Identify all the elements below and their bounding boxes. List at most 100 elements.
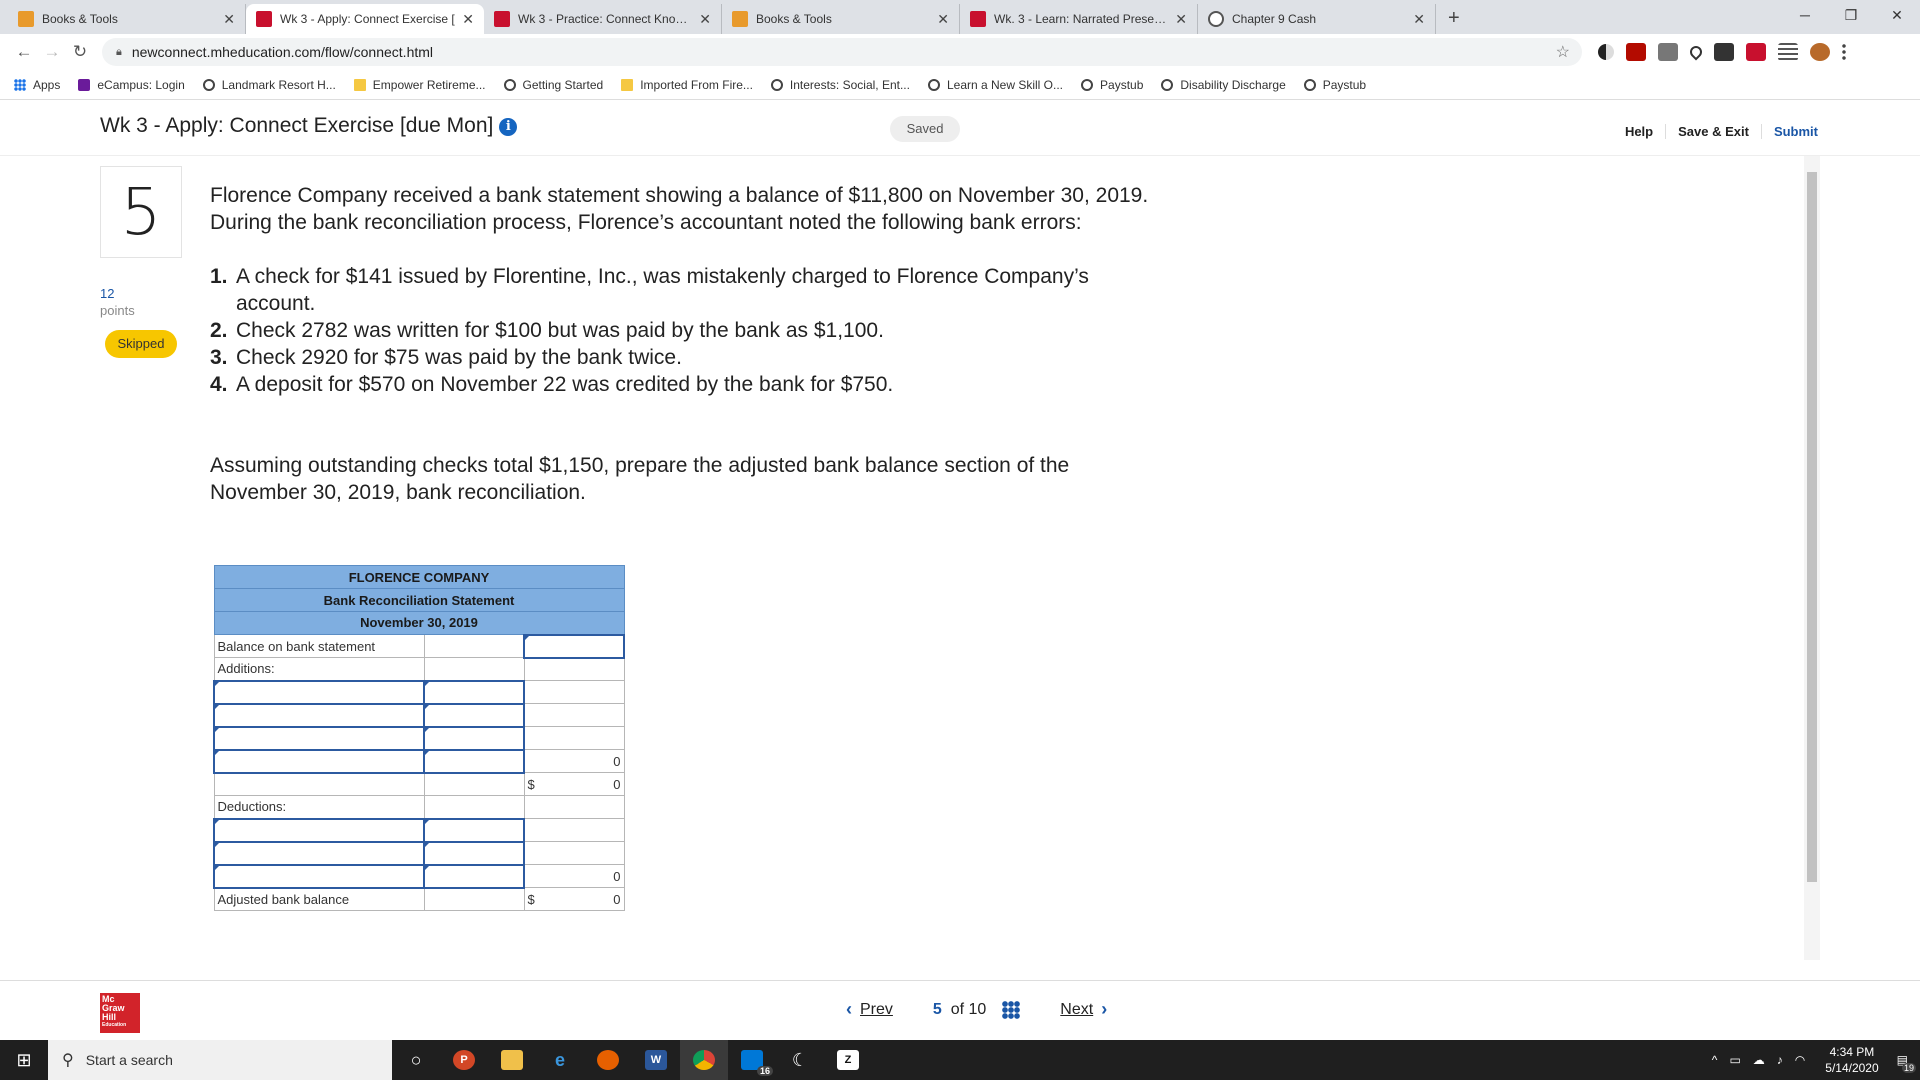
close-icon[interactable]: ✕	[1413, 11, 1425, 28]
mcafee-extension-icon[interactable]	[1746, 43, 1766, 61]
coupon-extension-icon[interactable]	[1714, 43, 1734, 61]
save-exit-button[interactable]: Save & Exit	[1665, 124, 1761, 139]
addition-amount-input[interactable]	[423, 725, 525, 751]
bookmark-label: Paystub	[1100, 77, 1144, 92]
app-swirl-icon[interactable]: ☾	[776, 1040, 824, 1080]
zoom-app-icon[interactable]: Z	[824, 1040, 872, 1080]
file-explorer-icon[interactable]	[488, 1040, 536, 1080]
balance-input[interactable]	[523, 633, 625, 659]
close-icon[interactable]: ✕	[223, 11, 235, 28]
close-window-icon[interactable]: ✕	[1874, 0, 1920, 30]
page-indicator[interactable]: 5 of 10	[933, 1001, 986, 1019]
tab-apply-connect-exercise[interactable]: Wk 3 - Apply: Connect Exercise [ ✕	[246, 4, 484, 34]
cortana-icon[interactable]: ○	[392, 1040, 440, 1080]
taskbar-clock[interactable]: 4:34 PM 5/14/2020	[1825, 1044, 1878, 1076]
bookmark-learn-skill[interactable]: Learn a New Skill O...	[927, 78, 1063, 92]
minimize-icon[interactable]: ─	[1782, 0, 1828, 30]
scrollbar[interactable]	[1804, 156, 1820, 960]
addition-description-input[interactable]	[213, 702, 425, 728]
bookmark-getting-started[interactable]: Getting Started	[503, 78, 603, 92]
tab-chapter-9-cash[interactable]: Chapter 9 Cash ✕	[1198, 4, 1436, 34]
deduction-amount-input[interactable]	[423, 840, 525, 866]
reading-list-icon[interactable]	[1778, 43, 1798, 61]
bookmark-disability[interactable]: Disability Discharge	[1161, 78, 1286, 92]
bookmark-interests[interactable]: Interests: Social, Ent...	[770, 77, 910, 92]
dark-mode-extension-icon[interactable]	[1598, 44, 1614, 60]
addition-description-input[interactable]	[213, 725, 425, 751]
bookmark-star-icon[interactable]: ☆	[1556, 42, 1570, 62]
bookmark-empower[interactable]: Empower Retireme...	[353, 78, 486, 92]
taskbar-search[interactable]: ⚲ Start a search	[48, 1040, 392, 1080]
zotero-extension-icon[interactable]	[1658, 43, 1678, 61]
tray-chevron-icon[interactable]: ^	[1712, 1053, 1718, 1067]
table-row: Balance on bank statement	[213, 633, 625, 659]
forward-arrow-icon[interactable]: →	[38, 38, 66, 66]
tab-practice-connect[interactable]: Wk 3 - Practice: Connect Knowle ✕	[484, 4, 722, 34]
bookmark-ecampus[interactable]: eCampus: Login	[78, 78, 185, 92]
chevron-right-icon[interactable]: ›	[1101, 999, 1107, 1020]
deduction-amount-input[interactable]	[423, 817, 525, 843]
close-icon[interactable]: ✕	[1175, 11, 1187, 28]
deduction-description-input[interactable]	[213, 817, 425, 843]
edge-icon[interactable]: e	[536, 1040, 584, 1080]
scrollbar-thumb[interactable]	[1807, 172, 1817, 882]
powerpoint-icon[interactable]: P	[440, 1040, 488, 1080]
help-button[interactable]: Help	[1613, 124, 1665, 139]
info-icon[interactable]: i	[499, 118, 518, 136]
bookmark-label: Interests: Social, Ent...	[789, 77, 910, 92]
restore-icon[interactable]: ❐	[1828, 0, 1874, 30]
windows-start-icon[interactable]: ⊞	[0, 1040, 48, 1080]
next-button[interactable]: Next	[1060, 1001, 1093, 1019]
points-label: points	[100, 303, 135, 318]
addition-amount-input[interactable]	[423, 748, 525, 774]
submit-button[interactable]: Submit	[1760, 124, 1830, 139]
apps-grid-icon	[14, 78, 26, 91]
addition-amount-input[interactable]	[423, 679, 525, 705]
assignment-title: Wk 3 - Apply: Connect Exercise [due Mon]	[100, 114, 494, 137]
new-tab-icon[interactable]: +	[1448, 7, 1460, 30]
menu-kebab-icon[interactable]	[1842, 43, 1846, 61]
profile-avatar[interactable]	[1810, 43, 1830, 61]
addition-amount-input[interactable]	[423, 702, 525, 728]
question-intro: Florence Company received a bank stateme…	[210, 184, 1149, 234]
adjusted-label: Adjusted bank balance	[213, 887, 425, 911]
bookmark-paystub-1[interactable]: Paystub	[1081, 78, 1143, 92]
deduction-description-input[interactable]	[213, 863, 425, 889]
close-icon[interactable]: ✕	[937, 11, 949, 28]
tab-learn-narrated[interactable]: Wk. 3 - Learn: Narrated Presenta ✕	[960, 4, 1198, 34]
list-text: A deposit for $570 on November 22 was cr…	[236, 373, 894, 396]
addition-description-input[interactable]	[213, 679, 425, 705]
bookmark-apps[interactable]: Apps	[14, 78, 60, 92]
notifications-icon[interactable]: ▤ 19	[1897, 1053, 1916, 1073]
question-grid-icon[interactable]	[1002, 1000, 1021, 1019]
wifi-icon[interactable]: ◠	[1795, 1053, 1805, 1067]
question-text: Florence Company received a bank stateme…	[210, 182, 1170, 533]
acrobat-extension-icon[interactable]	[1626, 43, 1646, 61]
reload-icon[interactable]: ↻	[66, 38, 94, 66]
list-number: 2.	[210, 319, 228, 342]
location-pin-icon[interactable]	[1687, 43, 1705, 61]
globe-icon	[202, 78, 215, 91]
prev-button[interactable]: Prev	[860, 1001, 893, 1019]
tab-books-tools-2[interactable]: Books & Tools ✕	[722, 4, 960, 34]
deduction-amount-input[interactable]	[423, 863, 525, 889]
bookmark-imported[interactable]: Imported From Fire...	[621, 78, 753, 92]
addition-description-input[interactable]	[213, 748, 425, 774]
word-icon[interactable]: W	[632, 1040, 680, 1080]
onedrive-icon[interactable]: ☁	[1753, 1053, 1765, 1067]
firefox-icon[interactable]	[584, 1040, 632, 1080]
volume-icon[interactable]: ♪	[1777, 1053, 1783, 1067]
back-arrow-icon[interactable]: ←	[10, 38, 38, 66]
battery-icon[interactable]: ▭	[1729, 1053, 1740, 1067]
close-icon[interactable]: ✕	[462, 11, 474, 28]
chrome-icon[interactable]	[680, 1040, 728, 1080]
saved-status-badge: Saved	[890, 116, 960, 142]
chevron-left-icon[interactable]: ‹	[846, 999, 852, 1020]
close-icon[interactable]: ✕	[699, 11, 711, 28]
bookmark-paystub-2[interactable]: Paystub	[1303, 78, 1366, 92]
tab-books-tools-1[interactable]: Books & Tools ✕	[8, 4, 246, 34]
bookmark-landmark[interactable]: Landmark Resort H...	[202, 78, 336, 92]
deduction-description-input[interactable]	[213, 840, 425, 866]
mail-icon[interactable]: 16	[728, 1040, 776, 1080]
url-bar[interactable]: 🔒︎ newconnect.mheducation.com/flow/conne…	[102, 38, 1582, 66]
